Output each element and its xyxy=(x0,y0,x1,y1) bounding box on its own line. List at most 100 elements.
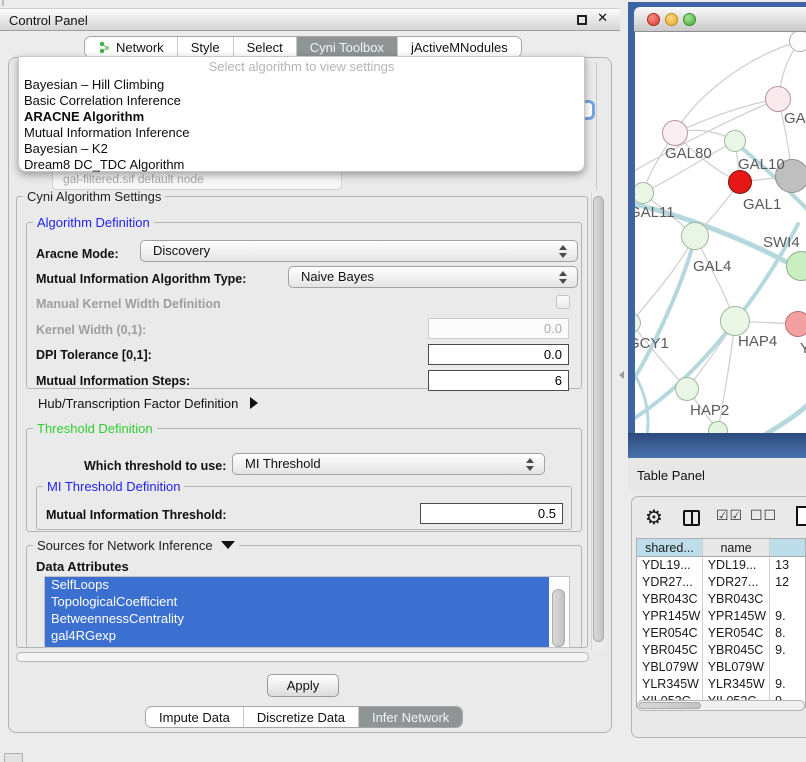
node-gal80[interactable] xyxy=(662,120,688,146)
attribute-item-betweennesscentrality[interactable]: BetweennessCentrality xyxy=(45,611,549,628)
node-label: GAL80 xyxy=(665,145,712,162)
node-label: HAP2 xyxy=(690,402,729,419)
cyni-settings-group-title: Cyni Algorithm Settings xyxy=(23,189,165,204)
network-window-titlebar[interactable] xyxy=(634,7,806,32)
combo-stepper-icon xyxy=(559,271,568,284)
mi-steps-label: Mutual Information Steps: xyxy=(36,374,190,388)
column-header-shared-name[interactable]: shared... xyxy=(637,539,703,556)
unchecked-columns-icon[interactable]: ☐☐ xyxy=(750,508,777,524)
menu-item-basic-correlation[interactable]: Basic Correlation Inference xyxy=(24,93,574,109)
node-pink-right[interactable] xyxy=(785,311,806,337)
menu-item-mutual-information[interactable]: Mutual Information Inference xyxy=(24,125,574,141)
node-hap4[interactable] xyxy=(720,306,750,336)
split-columns-icon[interactable] xyxy=(683,510,700,526)
tab-style[interactable]: Style xyxy=(178,37,234,57)
table-horizontal-scrollbar-thumb[interactable] xyxy=(639,702,701,709)
table-row[interactable]: YDR27...YDR27...12 xyxy=(637,574,805,591)
node-label: SWI4 xyxy=(763,234,800,251)
node-gal4[interactable] xyxy=(681,222,709,250)
close-traffic-light-icon[interactable] xyxy=(647,13,660,26)
manual-kernel-checkbox[interactable] xyxy=(556,295,570,309)
control-panel-title: Control Panel xyxy=(9,13,88,28)
menu-item-bayesian-k2[interactable]: Bayesian – K2 xyxy=(24,141,574,157)
dpi-tolerance-label: DPI Tolerance [0,1]: xyxy=(36,348,152,362)
table-row[interactable]: YLR345WYLR345W9. xyxy=(637,676,805,693)
algorithm-definition-title: Algorithm Definition xyxy=(33,215,154,230)
settings-vertical-scrollbar-thumb[interactable] xyxy=(593,196,604,642)
tab-network[interactable]: Network xyxy=(85,37,178,57)
tab-jactivemnodules[interactable]: jActiveMNodules xyxy=(398,37,521,57)
attribute-item-topologicalcoefficient[interactable]: TopologicalCoefficient xyxy=(45,594,549,611)
attribute-item-partial[interactable] xyxy=(45,645,549,648)
minimize-traffic-light-icon[interactable] xyxy=(665,13,678,26)
hub-definition-toggle[interactable]: Hub/Transcription Factor Definition xyxy=(38,396,258,411)
menu-item-dream8[interactable]: Dream8 DC_TDC Algorithm xyxy=(24,157,574,173)
menu-item-aracne[interactable]: ARACNE Algorithm xyxy=(24,109,574,125)
table-row[interactable]: YER054CYER054C8. xyxy=(637,625,805,642)
which-threshold-combo[interactable]: MI Threshold xyxy=(232,453,545,475)
node-gal1[interactable] xyxy=(728,170,752,194)
control-panel-tabstrip: Network Style Select Cyni Toolbox jActiv… xyxy=(84,36,522,58)
table-row[interactable]: YBR045CYBR045C9. xyxy=(637,642,805,659)
node-partial-top[interactable] xyxy=(789,32,806,52)
checked-columns-icon[interactable]: ☑☑ xyxy=(716,508,743,524)
node-label: HAP4 xyxy=(738,333,777,350)
table-row[interactable]: YPR145WYPR145W9. xyxy=(637,608,805,625)
attributes-list-scrollbar[interactable] xyxy=(552,589,565,647)
float-window-icon[interactable] xyxy=(577,15,587,25)
node-label: Y xyxy=(800,340,806,357)
algorithm-dropdown-menu: Select algorithm to view settings Bayesi… xyxy=(18,56,585,172)
table-row[interactable]: YBR043CYBR043C xyxy=(637,591,805,608)
threshold-definition-title: Threshold Definition xyxy=(33,421,157,436)
mi-threshold-label: Mutual Information Threshold: xyxy=(46,508,227,522)
gear-icon[interactable]: ⚙ xyxy=(645,505,663,529)
splitter-grip-icon[interactable] xyxy=(619,371,624,379)
apply-button[interactable]: Apply xyxy=(267,674,339,697)
tab-discretize-data[interactable]: Discretize Data xyxy=(244,707,359,727)
data-attributes-label: Data Attributes xyxy=(36,559,129,574)
tab-impute-data[interactable]: Impute Data xyxy=(146,707,244,727)
menu-item-bayesian-hill-climbing[interactable]: Bayesian – Hill Climbing xyxy=(24,77,574,93)
attribute-item-selfloops[interactable]: SelfLoops xyxy=(45,577,549,594)
manual-kernel-label: Manual Kernel Width Definition xyxy=(36,297,221,311)
top-edge-artifact xyxy=(2,0,4,6)
application-root: Control Panel ✕ Network Style Select Cyn… xyxy=(0,0,806,762)
mi-type-combo[interactable]: Naive Bayes xyxy=(288,266,578,288)
table-row[interactable]: YBL079WYBL079W xyxy=(637,659,805,676)
mi-type-label: Mutual Information Algorithm Type: xyxy=(36,272,246,286)
column-header-partial[interactable] xyxy=(770,539,805,556)
settings-vertical-scrollbar-track[interactable] xyxy=(591,192,605,650)
node-attribute-table: shared... name YDL19...YDL19...13 YDR27.… xyxy=(636,538,806,708)
mi-steps-field[interactable]: 6 xyxy=(428,370,569,391)
export-table-icon[interactable] xyxy=(796,506,806,526)
corner-mini-button[interactable] xyxy=(4,753,23,762)
zoom-traffic-light-icon[interactable] xyxy=(683,13,696,26)
dpi-tolerance-field[interactable]: 0.0 xyxy=(428,344,569,365)
kernel-width-label: Kernel Width (0,1): xyxy=(36,323,146,337)
table-horizontal-scrollbar-track[interactable] xyxy=(637,700,805,711)
node-label: GAL11 xyxy=(635,204,675,221)
sources-group-title[interactable]: Sources for Network Inference xyxy=(33,538,239,553)
node-gal10[interactable] xyxy=(724,130,746,152)
tab-select[interactable]: Select xyxy=(234,37,297,57)
tab-infer-network[interactable]: Infer Network xyxy=(359,707,462,727)
combo-stepper-icon xyxy=(526,458,535,471)
attribute-item-gal4rgexp[interactable]: gal4RGexp xyxy=(45,628,549,645)
table-header-row: shared... name xyxy=(637,539,805,557)
column-header-name[interactable]: name xyxy=(703,539,771,556)
table-panel-header: Table Panel xyxy=(628,458,806,492)
aracne-mode-label: Aracne Mode: xyxy=(36,247,119,261)
aracne-mode-combo[interactable]: Discovery xyxy=(140,240,578,262)
close-icon[interactable]: ✕ xyxy=(597,11,608,26)
mi-threshold-field[interactable]: 0.5 xyxy=(420,503,563,524)
network-canvas[interactable]: GAL GAL80 GAL10 GAL1 GAL11 GAL4 SWI4 GCY… xyxy=(635,32,806,435)
bottom-tabstrip: Impute Data Discretize Data Infer Networ… xyxy=(145,706,463,728)
table-row[interactable]: YDL19...YDL19...13 xyxy=(637,557,805,574)
tab-cyni-toolbox[interactable]: Cyni Toolbox xyxy=(297,37,398,57)
kernel-width-field[interactable]: 0.0 xyxy=(428,318,569,339)
combo-stepper-icon xyxy=(559,245,568,258)
node-hap2[interactable] xyxy=(675,377,699,401)
node-gal-partial[interactable] xyxy=(765,86,791,112)
settings-horizontal-scrollbar[interactable] xyxy=(16,652,589,662)
node-label: GAL1 xyxy=(743,196,781,213)
